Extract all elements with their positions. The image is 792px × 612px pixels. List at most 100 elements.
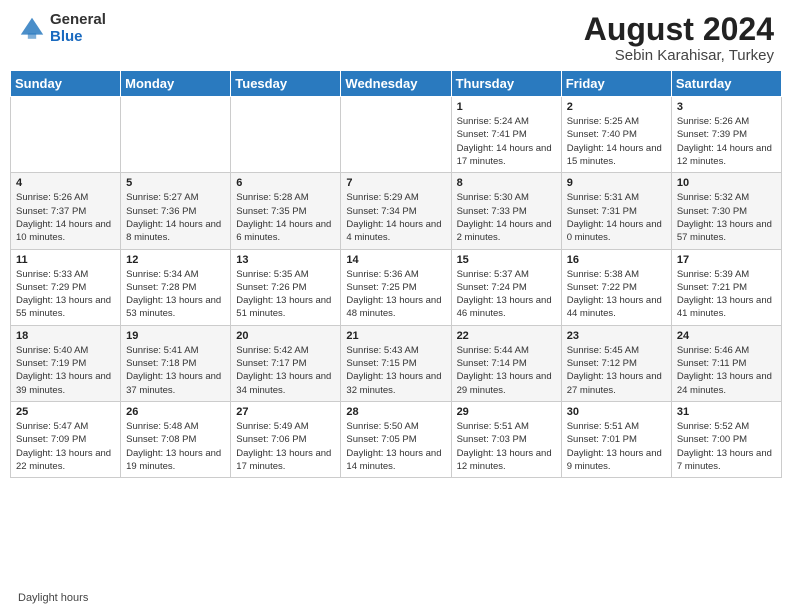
day-info: Sunrise: 5:42 AMSunset: 7:17 PMDaylight:…	[236, 344, 335, 397]
day-info: Sunrise: 5:47 AMSunset: 7:09 PMDaylight:…	[16, 420, 115, 473]
page: General Blue August 2024 Sebin Karahisar…	[0, 0, 792, 612]
logo-blue: Blue	[50, 28, 83, 45]
day-info: Sunrise: 5:32 AMSunset: 7:30 PMDaylight:…	[677, 191, 776, 244]
day-number: 25	[16, 406, 115, 418]
calendar-cell	[231, 97, 341, 173]
calendar-week-3: 11Sunrise: 5:33 AMSunset: 7:29 PMDayligh…	[11, 249, 782, 325]
calendar-cell: 9 Sunrise: 5:31 AMSunset: 7:31 PMDaylight…	[561, 173, 671, 249]
calendar-cell: 29Sunrise: 5:51 AMSunset: 7:03 PMDayligh…	[451, 401, 561, 477]
day-number: 27	[236, 406, 335, 418]
logo-text: General Blue	[50, 12, 106, 45]
day-number: 18	[16, 330, 115, 342]
day-info: Sunrise: 5:33 AMSunset: 7:29 PMDaylight:…	[16, 268, 115, 321]
day-info: Sunrise: 5:43 AMSunset: 7:15 PMDaylight:…	[346, 344, 445, 397]
calendar-cell: 24 Sunrise: 5:46 AMSunset: 7:11 PMDayligh…	[671, 325, 781, 401]
calendar-cell: 10 Sunrise: 5:32 AMSunset: 7:30 PMDayligh…	[671, 173, 781, 249]
day-info: Sunrise: 5:41 AMSunset: 7:18 PMDaylight:…	[126, 344, 225, 397]
calendar-cell: 14Sunrise: 5:36 AMSunset: 7:25 PMDayligh…	[341, 249, 451, 325]
day-number: 20	[236, 330, 335, 342]
day-info: Sunrise: 5:26 AMSunset: 7:39 PMDaylight:…	[677, 115, 776, 168]
calendar-cell: 2Sunrise: 5:25 AMSunset: 7:40 PMDaylight…	[561, 97, 671, 173]
calendar-cell: 18Sunrise: 5:40 AMSunset: 7:19 PMDayligh…	[11, 325, 121, 401]
logo: General Blue	[18, 12, 106, 45]
calendar-cell: 31 Sunrise: 5:52 AMSunset: 7:00 PMDayligh…	[671, 401, 781, 477]
day-header-friday: Friday	[561, 71, 671, 97]
day-number: 5	[126, 177, 225, 189]
day-info: Sunrise: 5:25 AMSunset: 7:40 PMDaylight:…	[567, 115, 666, 168]
header: General Blue August 2024 Sebin Karahisar…	[0, 0, 792, 70]
day-info: Sunrise: 5:44 AMSunset: 7:14 PMDaylight:…	[457, 344, 556, 397]
day-number: 9	[567, 177, 666, 189]
day-info: Sunrise: 5:46 AMSunset: 7:11 PMDaylight:…	[677, 344, 776, 397]
calendar-cell: 20 Sunrise: 5:42 AMSunset: 7:17 PMDayligh…	[231, 325, 341, 401]
day-number: 29	[457, 406, 556, 418]
location: Sebin Karahisar, Turkey	[584, 47, 774, 64]
calendar-cell	[341, 97, 451, 173]
calendar-cell: 22 Sunrise: 5:44 AMSunset: 7:14 PMDayligh…	[451, 325, 561, 401]
day-header-monday: Monday	[121, 71, 231, 97]
day-number: 13	[236, 254, 335, 266]
calendar-cell: 23 Sunrise: 5:45 AMSunset: 7:12 PMDayligh…	[561, 325, 671, 401]
day-number: 30	[567, 406, 666, 418]
day-header-saturday: Saturday	[671, 71, 781, 97]
day-number: 15	[457, 254, 556, 266]
day-info: Sunrise: 5:27 AMSunset: 7:36 PMDaylight:…	[126, 191, 225, 244]
calendar-cell: 6 Sunrise: 5:28 AMSunset: 7:35 PMDaylight…	[231, 173, 341, 249]
calendar-cell: 12 Sunrise: 5:34 AMSunset: 7:28 PMDayligh…	[121, 249, 231, 325]
day-header-sunday: Sunday	[11, 71, 121, 97]
day-number: 19	[126, 330, 225, 342]
day-header-wednesday: Wednesday	[341, 71, 451, 97]
day-number: 10	[677, 177, 776, 189]
day-info: Sunrise: 5:38 AMSunset: 7:22 PMDaylight:…	[567, 268, 666, 321]
calendar-cell: 19 Sunrise: 5:41 AMSunset: 7:18 PMDayligh…	[121, 325, 231, 401]
day-info: Sunrise: 5:29 AMSunset: 7:34 PMDaylight:…	[346, 191, 445, 244]
calendar-cell: 27 Sunrise: 5:49 AMSunset: 7:06 PMDayligh…	[231, 401, 341, 477]
day-info: Sunrise: 5:28 AMSunset: 7:35 PMDaylight:…	[236, 191, 335, 244]
day-number: 12	[126, 254, 225, 266]
calendar-cell: 5 Sunrise: 5:27 AMSunset: 7:36 PMDaylight…	[121, 173, 231, 249]
calendar-week-2: 4 Sunrise: 5:26 AMSunset: 7:37 PMDaylight…	[11, 173, 782, 249]
month-year: August 2024	[584, 12, 774, 47]
day-number: 3	[677, 101, 776, 113]
calendar-cell: 13Sunrise: 5:35 AMSunset: 7:26 PMDayligh…	[231, 249, 341, 325]
day-info: Sunrise: 5:51 AMSunset: 7:01 PMDaylight:…	[567, 420, 666, 473]
calendar-cell: 16 Sunrise: 5:38 AMSunset: 7:22 PMDayligh…	[561, 249, 671, 325]
day-number: 24	[677, 330, 776, 342]
day-info: Sunrise: 5:36 AMSunset: 7:25 PMDaylight:…	[346, 268, 445, 321]
header-row: SundayMondayTuesdayWednesdayThursdayFrid…	[11, 71, 782, 97]
calendar-cell: 21Sunrise: 5:43 AMSunset: 7:15 PMDayligh…	[341, 325, 451, 401]
day-info: Sunrise: 5:24 AMSunset: 7:41 PMDaylight:…	[457, 115, 556, 168]
day-number: 7	[346, 177, 445, 189]
day-number: 23	[567, 330, 666, 342]
day-info: Sunrise: 5:48 AMSunset: 7:08 PMDaylight:…	[126, 420, 225, 473]
day-number: 22	[457, 330, 556, 342]
calendar-cell	[121, 97, 231, 173]
day-info: Sunrise: 5:45 AMSunset: 7:12 PMDaylight:…	[567, 344, 666, 397]
day-header-tuesday: Tuesday	[231, 71, 341, 97]
day-number: 31	[677, 406, 776, 418]
calendar-cell: 8Sunrise: 5:30 AMSunset: 7:33 PMDaylight…	[451, 173, 561, 249]
day-info: Sunrise: 5:31 AMSunset: 7:31 PMDaylight:…	[567, 191, 666, 244]
day-info: Sunrise: 5:37 AMSunset: 7:24 PMDaylight:…	[457, 268, 556, 321]
day-number: 6	[236, 177, 335, 189]
general-blue-icon	[18, 15, 46, 43]
day-number: 26	[126, 406, 225, 418]
calendar-cell: 15 Sunrise: 5:37 AMSunset: 7:24 PMDayligh…	[451, 249, 561, 325]
day-number: 4	[16, 177, 115, 189]
footer: Daylight hours	[0, 586, 792, 612]
calendar-header: SundayMondayTuesdayWednesdayThursdayFrid…	[11, 71, 782, 97]
calendar-week-1: 1Sunrise: 5:24 AMSunset: 7:41 PMDaylight…	[11, 97, 782, 173]
logo-general: General	[50, 11, 106, 28]
calendar-week-5: 25 Sunrise: 5:47 AMSunset: 7:09 PMDayligh…	[11, 401, 782, 477]
calendar-cell: 1Sunrise: 5:24 AMSunset: 7:41 PMDaylight…	[451, 97, 561, 173]
day-info: Sunrise: 5:39 AMSunset: 7:21 PMDaylight:…	[677, 268, 776, 321]
day-info: Sunrise: 5:49 AMSunset: 7:06 PMDaylight:…	[236, 420, 335, 473]
calendar: SundayMondayTuesdayWednesdayThursdayFrid…	[0, 70, 792, 586]
day-info: Sunrise: 5:26 AMSunset: 7:37 PMDaylight:…	[16, 191, 115, 244]
day-number: 17	[677, 254, 776, 266]
day-info: Sunrise: 5:34 AMSunset: 7:28 PMDaylight:…	[126, 268, 225, 321]
calendar-cell: 4 Sunrise: 5:26 AMSunset: 7:37 PMDaylight…	[11, 173, 121, 249]
day-number: 16	[567, 254, 666, 266]
day-info: Sunrise: 5:52 AMSunset: 7:00 PMDaylight:…	[677, 420, 776, 473]
calendar-cell: 7 Sunrise: 5:29 AMSunset: 7:34 PMDaylight…	[341, 173, 451, 249]
